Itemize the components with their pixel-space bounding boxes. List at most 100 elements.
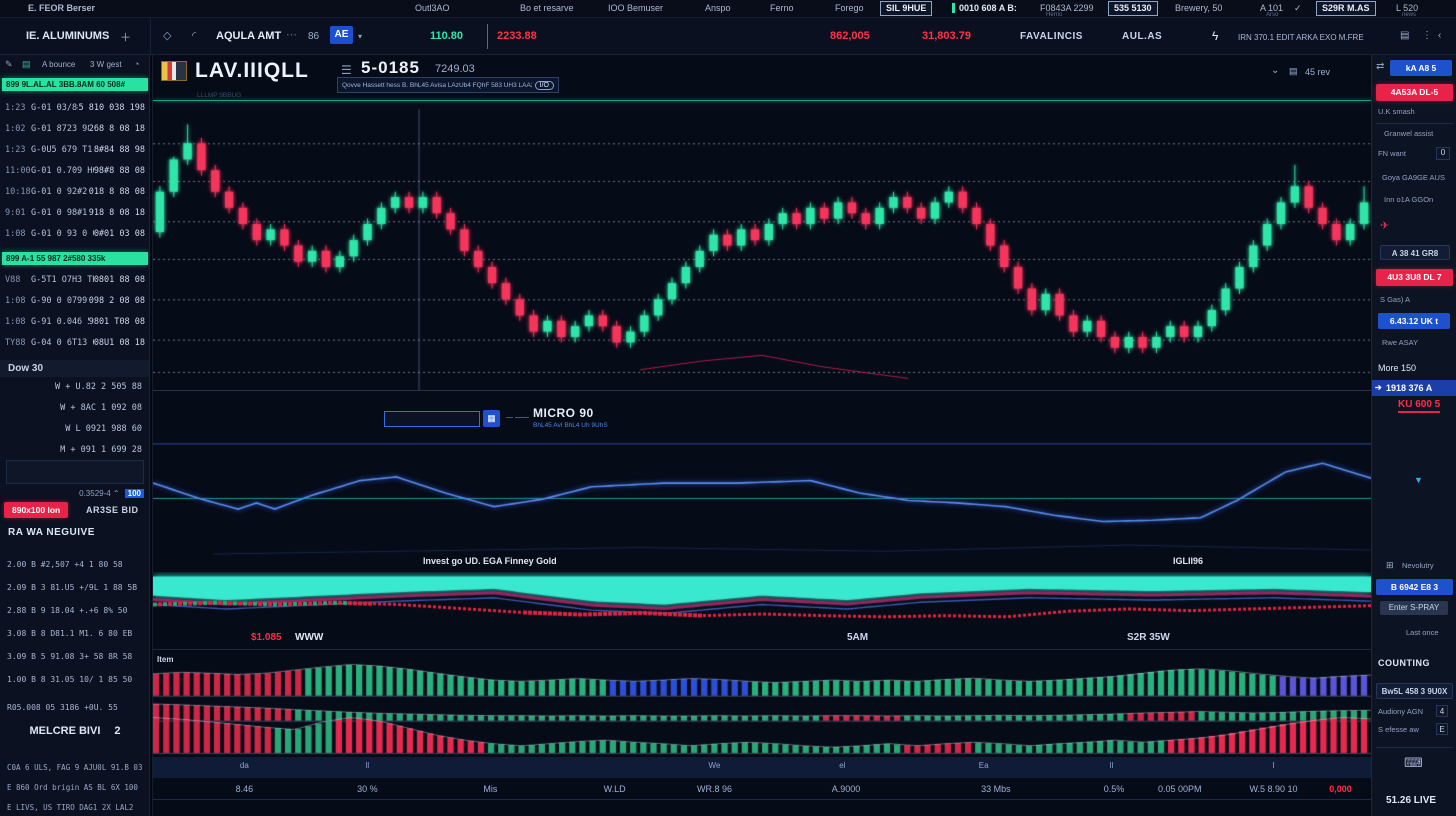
- spray-button[interactable]: Enter S-PRAY: [1380, 601, 1448, 615]
- filter-label-1[interactable]: A bounce: [42, 60, 75, 69]
- index-row[interactable]: W L 0921 988 60: [0, 424, 150, 434]
- order-type-button[interactable]: A 38 41 GR8: [1380, 245, 1450, 260]
- chart-region: LAV.IIIQLL LLLMP 9BBUG ☰ 5-0185 7249.03 …: [152, 55, 1370, 816]
- ribbon-canvas[interactable]: [153, 572, 1371, 628]
- stat-index: 31,803.79: [922, 30, 971, 42]
- ticker-item[interactable]: Brewery, 50: [1175, 3, 1222, 13]
- sidebar-search-input[interactable]: [6, 460, 144, 484]
- watchlist-row[interactable]: 1:08G-01 0 93 0 00#01 03 08: [0, 229, 150, 239]
- grid-button[interactable]: ▦: [483, 410, 500, 427]
- watchlist-highlight-row[interactable]: 899 A-1 55 987 2#580 335k: [2, 252, 148, 265]
- position-row[interactable]: ➔1918 376 A: [1372, 380, 1456, 396]
- watchlist-row[interactable]: 1:23G-0U5 679 T18#84 88 98: [0, 145, 150, 155]
- badge-caret-icon[interactable]: ▾: [358, 32, 362, 41]
- keyboard-icon[interactable]: ⌨: [1404, 755, 1423, 771]
- row-values: 08U1 08 18: [94, 338, 145, 348]
- confirm-button[interactable]: B 6942 E8 3: [1376, 579, 1453, 595]
- link-favorites[interactable]: FAVALINCIS: [1020, 31, 1083, 42]
- time-axis[interactable]: dallWeelEallI: [153, 757, 1371, 778]
- add-symbol-button[interactable]: ＋: [120, 29, 131, 45]
- menu-icon[interactable]: ☰: [341, 63, 352, 77]
- menu-item[interactable]: Forego: [835, 3, 864, 13]
- stat-row: 2.88 B 9 18.04 +.+6 8% 50: [0, 606, 150, 615]
- axis-label: Mis: [483, 784, 497, 794]
- symbol-label[interactable]: IE. ALUMINUMS: [26, 30, 109, 42]
- row-code: G-01 03/8#4 08: [31, 103, 78, 113]
- axis-label: A.9000: [832, 784, 861, 794]
- more-label[interactable]: More 150: [1378, 363, 1416, 373]
- instrument-name[interactable]: AQULA AMT: [216, 30, 281, 42]
- ribbon-label-left: Invest go UD. EGA Finney Gold: [423, 556, 557, 566]
- watchlist-highlight-row[interactable]: 899 9L.AL.AL 3BB.8AM 60 508#: [2, 78, 148, 91]
- row-code: G-01 0 92#2: [31, 187, 89, 197]
- bolt-icon[interactable]: ϟ: [1212, 29, 1218, 43]
- menu-item[interactable]: IOO Bemuser: [608, 3, 663, 13]
- option1-field[interactable]: 4: [1436, 705, 1448, 717]
- watchlist-row[interactable]: 1:23G-01 03/8#4 085 810 038 198: [0, 103, 150, 113]
- histogram-canvas[interactable]: [153, 652, 1371, 756]
- clock-icon[interactable]: ◔: [134, 59, 139, 69]
- watchlist-row[interactable]: V88G-5T1 O7H3 TH0801 88 08: [0, 275, 150, 285]
- axis-tick: I: [1272, 761, 1274, 770]
- index-row[interactable]: W + U.82 2 505 88: [0, 382, 150, 392]
- watchlist-row[interactable]: 1:02G-01 8723 98268 8 08 18: [0, 124, 150, 134]
- ticker-item[interactable]: 0010 608 A B:: [952, 3, 1017, 13]
- interval-label[interactable]: 86: [308, 31, 319, 42]
- edit-icon[interactable]: ✎: [5, 59, 13, 70]
- more-dots-icon[interactable]: ⋯: [286, 28, 297, 41]
- sell-row: 890x100 lonAR3SE BID: [0, 502, 150, 520]
- section-header-dow30[interactable]: Dow 30: [0, 360, 150, 377]
- close-position-button[interactable]: 4U3 3U8 DL 7: [1376, 269, 1453, 286]
- counting-button[interactable]: Bw5L 458 3 9U0X: [1376, 683, 1453, 699]
- option1-label: Audiony AGN: [1378, 707, 1423, 716]
- io-badge[interactable]: I/O: [535, 81, 554, 90]
- curve-tool-icon[interactable]: ◜: [192, 29, 196, 42]
- candlestick-canvas[interactable]: [153, 101, 1371, 391]
- oscillator-canvas[interactable]: [153, 431, 1371, 555]
- sell-button[interactable]: 4A53A DL-5: [1376, 84, 1453, 101]
- window-control-icon[interactable]: ‹: [1438, 30, 1441, 41]
- filter-label-2[interactable]: 3 W gest: [90, 60, 122, 69]
- sell-size-button[interactable]: 890x100 lon: [4, 502, 68, 518]
- buy-button[interactable]: kA A8 5: [1390, 60, 1452, 76]
- ticker-item[interactable]: SIL 9HUE: [880, 1, 932, 16]
- corner-panel-icon[interactable]: ▤: [1289, 66, 1298, 77]
- watchlist-row[interactable]: 1:08G-90 0 0799 U1098 2 08 08: [0, 296, 150, 306]
- folder-icon[interactable]: ▤: [22, 59, 31, 70]
- watchlist-row[interactable]: 11:00G-01 0.709 H698#8 88 08: [0, 166, 150, 176]
- option2-field[interactable]: E: [1436, 723, 1448, 735]
- menu-item[interactable]: Bo et resarve: [520, 3, 574, 13]
- row-code: G-04 0 6T13 6T: [31, 338, 94, 348]
- send-icon[interactable]: ✈: [1380, 219, 1389, 232]
- watchlist-row[interactable]: 10:18G-01 0 92#2018 8 88 08: [0, 187, 150, 197]
- menu-item[interactable]: Ferno: [770, 3, 794, 13]
- indicator-badge[interactable]: AE: [330, 26, 353, 44]
- chart-search-input[interactable]: [384, 411, 480, 427]
- ribbon-mid-label: 5AM: [847, 632, 868, 643]
- order-note-1: U.K smash: [1378, 107, 1415, 116]
- row-code: G-5T1 O7H3 TH: [31, 275, 94, 285]
- index-row[interactable]: M + 091 1 699 28: [0, 445, 150, 455]
- corner-chevron-icon[interactable]: ⌄: [1271, 65, 1279, 76]
- draw-tool-icon[interactable]: ◇: [163, 29, 171, 42]
- ticker-item[interactable]: ✓: [1294, 3, 1302, 14]
- scroll-down-icon[interactable]: ▼: [1414, 475, 1423, 485]
- window-control-icon[interactable]: ▤: [1400, 30, 1409, 41]
- window-control-icon[interactable]: ⋮: [1422, 30, 1432, 41]
- ticker-item[interactable]: 535 5130: [1108, 1, 1158, 16]
- index-row[interactable]: W + 8AC 1 092 08: [0, 403, 150, 413]
- menu-item[interactable]: Anspo: [705, 3, 731, 13]
- meta-badge[interactable]: 100: [125, 489, 144, 498]
- menu-item[interactable]: Outl3AO: [415, 3, 450, 13]
- limit-order-button[interactable]: 6.43.12 UK t: [1378, 313, 1450, 329]
- watchlist-row[interactable]: 9:01G-01 0 98#1918 8 08 18: [0, 208, 150, 218]
- trade-icon[interactable]: ⇄: [1376, 61, 1384, 72]
- watchlist-row[interactable]: TY88G-04 0 6T13 6T08U1 08 18: [0, 338, 150, 348]
- ticker-item[interactable]: S29R M.AS: [1316, 1, 1376, 16]
- qty-field[interactable]: 0: [1436, 147, 1450, 160]
- watchlist-row[interactable]: 1:08G-91 0.046 519801 T08 08: [0, 317, 150, 327]
- row-values: 268 8 08 18: [89, 124, 145, 134]
- section-label: Nevolutry: [1402, 561, 1434, 570]
- stat-row: 2.09 B 3 81.U5 +/9L 1 88 5B: [0, 583, 150, 592]
- link-alerts[interactable]: AUL.AS: [1122, 31, 1162, 42]
